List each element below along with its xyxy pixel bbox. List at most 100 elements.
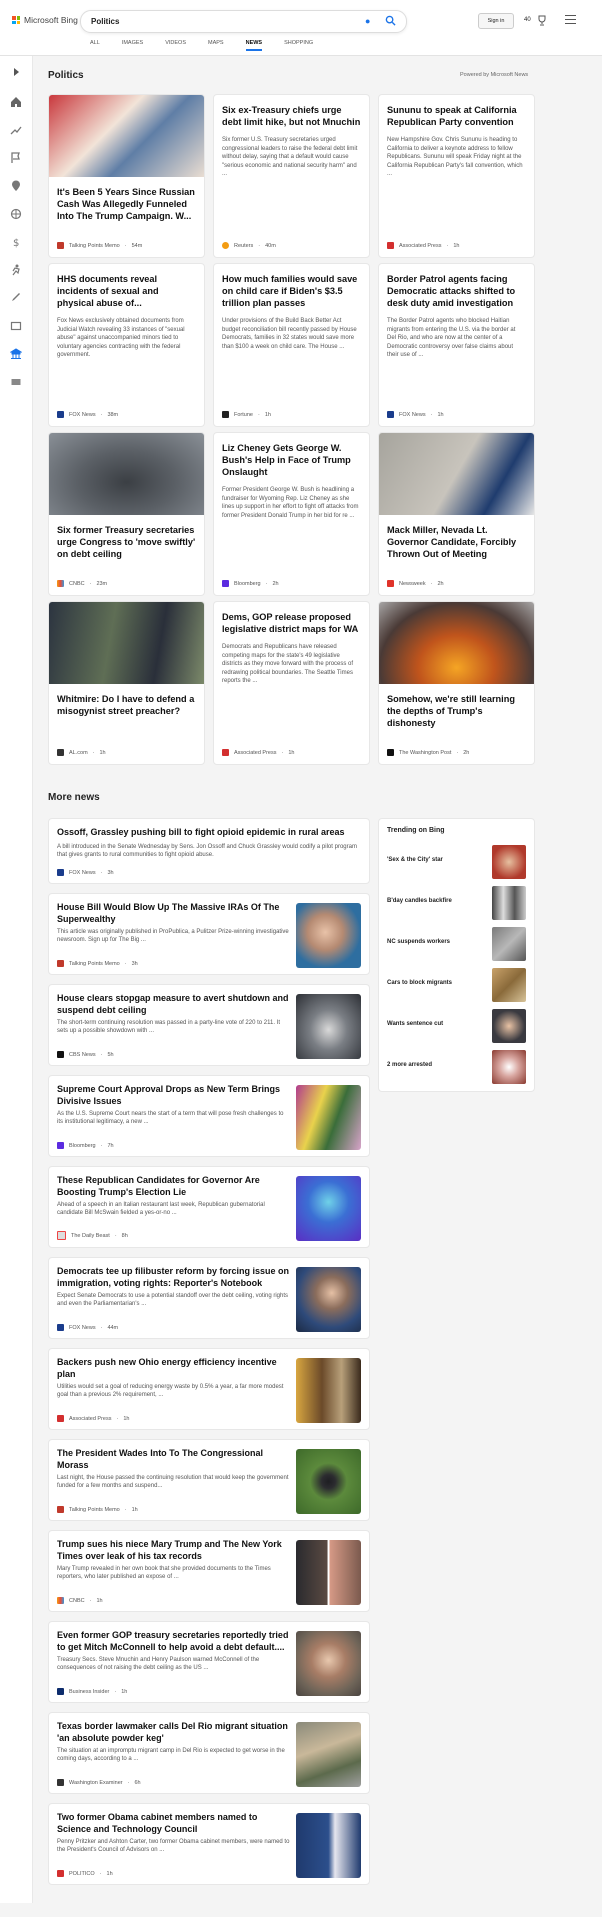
trending-label[interactable]: B'day candles backfire xyxy=(387,898,452,904)
search-icon[interactable] xyxy=(385,15,396,26)
news-title[interactable]: Ossoff, Grassley pushing bill to fight o… xyxy=(57,827,361,839)
news-list-item[interactable]: The President Wades Into To The Congress… xyxy=(48,1439,370,1521)
news-list-item[interactable]: Ossoff, Grassley pushing bill to fight o… xyxy=(48,818,370,884)
running-icon[interactable] xyxy=(10,264,22,276)
tab-images[interactable]: IMAGES xyxy=(122,40,143,51)
news-title[interactable]: The President Wades Into To The Congress… xyxy=(57,1448,291,1471)
trending-item[interactable]: 2 more arrested xyxy=(387,1050,526,1084)
card-title[interactable]: Six former Treasury secretaries urge Con… xyxy=(49,524,204,560)
trending-label[interactable]: 2 more arrested xyxy=(387,1062,432,1068)
news-title[interactable]: Texas border lawmaker calls Del Rio migr… xyxy=(57,1721,291,1744)
news-card[interactable]: Mack Miller, Nevada Lt. Governor Candida… xyxy=(378,432,535,596)
news-title[interactable]: Democrats tee up filibuster reform by fo… xyxy=(57,1266,291,1289)
trending-label[interactable]: Wants sentence cut xyxy=(387,1021,443,1027)
flag-icon[interactable] xyxy=(10,152,22,164)
news-card[interactable]: Liz Cheney Gets George W. Bush's Help in… xyxy=(213,432,370,596)
trending-icon[interactable] xyxy=(10,124,22,136)
news-list-item[interactable]: Trump sues his niece Mary Trump and The … xyxy=(48,1530,370,1612)
card-title[interactable]: Six ex-Treasury chiefs urge debt limit h… xyxy=(214,104,369,128)
politics-building-icon[interactable] xyxy=(10,348,22,360)
video-icon[interactable] xyxy=(10,320,22,332)
news-card[interactable]: Six former Treasury secretaries urge Con… xyxy=(48,432,205,596)
news-list-item[interactable]: Two former Obama cabinet members named t… xyxy=(48,1803,370,1885)
card-title[interactable]: Border Patrol agents facing Democratic a… xyxy=(379,273,534,309)
location-icon[interactable] xyxy=(10,180,22,192)
rocket-icon[interactable] xyxy=(10,292,22,304)
card-title[interactable]: Liz Cheney Gets George W. Bush's Help in… xyxy=(214,442,369,478)
trending-item[interactable]: Wants sentence cut xyxy=(387,1009,526,1043)
sign-in-button[interactable]: Sign in xyxy=(478,13,514,29)
left-sidebar: $ xyxy=(0,56,33,1917)
hamburger-menu-icon[interactable] xyxy=(565,15,576,26)
card-source: FOX News · 38m xyxy=(57,411,118,418)
news-list-item[interactable]: House clears stopgap measure to avert sh… xyxy=(48,984,370,1066)
card-title[interactable]: How much families would save on child ca… xyxy=(214,273,369,309)
source-logo-icon xyxy=(57,1688,64,1695)
news-source: The Daily Beast · 8h xyxy=(57,1231,128,1240)
rewards-trophy-icon[interactable] xyxy=(536,14,548,26)
tab-news[interactable]: NEWS xyxy=(245,40,262,51)
news-title[interactable]: House Bill Would Blow Up The Massive IRA… xyxy=(57,902,291,925)
trending-thumbnail xyxy=(492,927,526,961)
news-list-item[interactable]: House Bill Would Blow Up The Massive IRA… xyxy=(48,893,370,975)
card-title[interactable]: Whitmire: Do I have to defend a misogyni… xyxy=(49,693,204,717)
news-card[interactable]: How much families would save on child ca… xyxy=(213,263,370,427)
trending-item[interactable]: B'day candles backfire xyxy=(387,886,526,920)
expand-arrow-icon[interactable] xyxy=(10,66,22,78)
trending-item[interactable]: Cars to block migrants xyxy=(387,968,526,1002)
news-title[interactable]: House clears stopgap measure to avert sh… xyxy=(57,993,291,1016)
search-box[interactable]: Politics ● xyxy=(80,10,407,33)
news-list-item[interactable]: These Republican Candidates for Governor… xyxy=(48,1166,370,1248)
money-icon[interactable]: $ xyxy=(10,236,22,248)
news-title[interactable]: Two former Obama cabinet members named t… xyxy=(57,1812,291,1835)
news-card[interactable]: Dems, GOP release proposed legislative d… xyxy=(213,601,370,765)
rewards-points[interactable]: 40 xyxy=(524,17,531,23)
trending-label[interactable]: NC suspends workers xyxy=(387,939,450,945)
tab-videos[interactable]: VIDEOS xyxy=(165,40,186,51)
trending-label[interactable]: 'Sex & the City' star xyxy=(387,857,443,863)
card-image xyxy=(49,602,204,684)
trending-label[interactable]: Cars to block migrants xyxy=(387,980,452,986)
globe-icon[interactable] xyxy=(10,208,22,220)
microphone-icon[interactable]: ● xyxy=(365,16,376,27)
news-list-item[interactable]: Backers push new Ohio energy efficiency … xyxy=(48,1348,370,1430)
tab-all[interactable]: ALL xyxy=(90,40,100,51)
tab-maps[interactable]: MAPS xyxy=(208,40,224,51)
news-card[interactable]: Six ex-Treasury chiefs urge debt limit h… xyxy=(213,94,370,258)
news-title[interactable]: These Republican Candidates for Governor… xyxy=(57,1175,291,1198)
search-query[interactable]: Politics xyxy=(91,17,119,26)
news-list-item[interactable]: Even former GOP treasury secretaries rep… xyxy=(48,1621,370,1703)
card-title[interactable]: Mack Miller, Nevada Lt. Governor Candida… xyxy=(379,524,534,560)
news-list-item[interactable]: Supreme Court Approval Drops as New Term… xyxy=(48,1075,370,1157)
news-title[interactable]: Supreme Court Approval Drops as New Term… xyxy=(57,1084,291,1107)
home-icon[interactable] xyxy=(10,96,22,108)
source-logo-icon xyxy=(57,1415,64,1422)
card-image xyxy=(379,602,534,684)
card-title[interactable]: Somehow, we're still learning the depths… xyxy=(379,693,534,729)
news-card[interactable]: Border Patrol agents facing Democratic a… xyxy=(378,263,535,427)
news-card[interactable]: It's Been 5 Years Since Russian Cash Was… xyxy=(48,94,205,258)
news-list-item[interactable]: Texas border lawmaker calls Del Rio migr… xyxy=(48,1712,370,1794)
card-title[interactable]: Dems, GOP release proposed legislative d… xyxy=(214,611,369,635)
source-name: POLITICO xyxy=(69,1870,95,1877)
card-source: AL.com · 1h xyxy=(57,749,106,756)
trending-item[interactable]: NC suspends workers xyxy=(387,927,526,961)
news-card[interactable]: Whitmire: Do I have to defend a misogyni… xyxy=(48,601,205,765)
powered-by-label[interactable]: Powered by Microsoft News xyxy=(460,72,528,78)
source-name: Bloomberg xyxy=(234,580,261,587)
news-card[interactable]: HHS documents reveal incidents of sexual… xyxy=(48,263,205,427)
card-icon[interactable] xyxy=(10,376,22,388)
tab-shopping[interactable]: SHOPPING xyxy=(284,40,313,51)
news-title[interactable]: Backers push new Ohio energy efficiency … xyxy=(57,1357,291,1380)
card-title[interactable]: It's Been 5 Years Since Russian Cash Was… xyxy=(49,186,204,222)
card-title[interactable]: Sununu to speak at California Republican… xyxy=(379,104,534,128)
news-card[interactable]: Sununu to speak at California Republican… xyxy=(378,94,535,258)
trending-item[interactable]: 'Sex & the City' star xyxy=(387,845,526,879)
news-card[interactable]: Somehow, we're still learning the depths… xyxy=(378,601,535,765)
news-title[interactable]: Trump sues his niece Mary Trump and The … xyxy=(57,1539,291,1562)
news-title[interactable]: Even former GOP treasury secretaries rep… xyxy=(57,1630,291,1653)
card-title[interactable]: HHS documents reveal incidents of sexual… xyxy=(49,273,204,309)
news-list-item[interactable]: Democrats tee up filibuster reform by fo… xyxy=(48,1257,370,1339)
bing-logo[interactable]: Microsoft Bing xyxy=(12,15,78,25)
source-logo-icon xyxy=(222,580,229,587)
